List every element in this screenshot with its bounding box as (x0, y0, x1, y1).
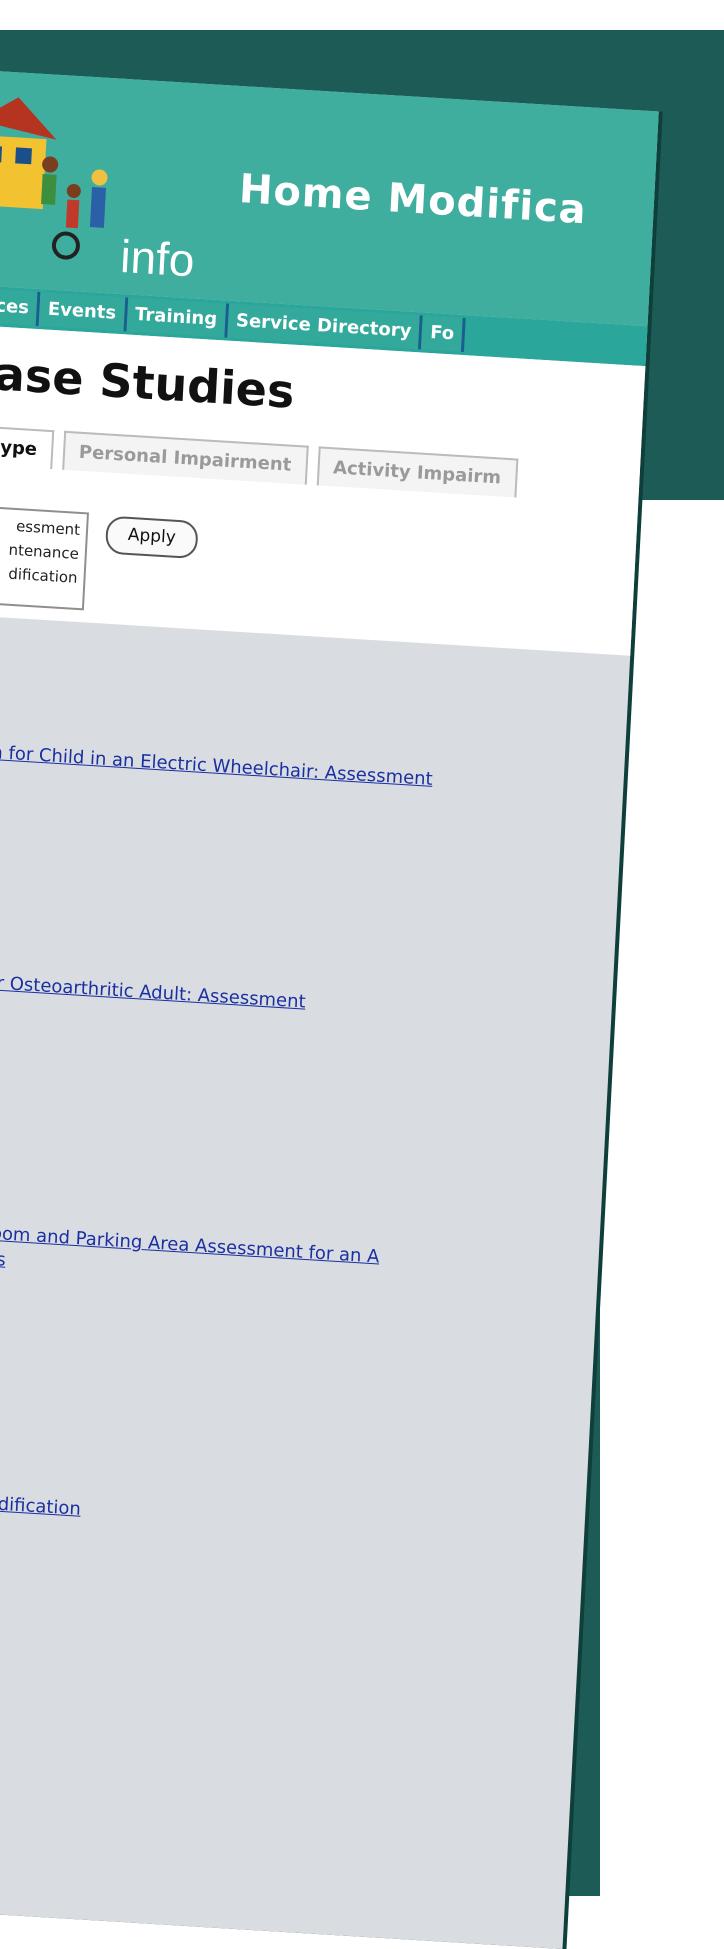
case-study-link[interactable]: Bedroom and Parking Area Assessment for … (0, 1220, 380, 1267)
tab-activity-impairment[interactable]: Activity Impairm (316, 446, 519, 498)
nav-item-events[interactable]: Events (38, 292, 128, 332)
nav-item-fo[interactable]: Fo (421, 315, 467, 353)
case-study-link-continued[interactable]: lerosis (0, 1246, 6, 1271)
site-header: Home Modifica info (0, 70, 659, 327)
site-subtitle: info (119, 229, 196, 287)
nav-item-resources[interactable]: urces (0, 287, 41, 327)
filter-tabs: ype Personal Impairment Activity Impairm (0, 424, 519, 498)
page-title: ase Studies (0, 346, 296, 419)
site-title: Home Modifica (237, 166, 588, 234)
apply-button[interactable]: Apply (104, 515, 199, 560)
case-study-link[interactable]: n for Osteoarthritic Adult: Assessment (0, 971, 306, 1013)
tab-personal-impairment[interactable]: Personal Impairment (62, 430, 309, 485)
house-family-logo[interactable] (0, 90, 119, 268)
case-study-link[interactable]: om for Child in an Electric Wheelchair: … (0, 741, 433, 790)
nav-item-training[interactable]: Training (126, 297, 229, 338)
case-study-link[interactable]: om modification (0, 1490, 81, 1520)
browser-page: Home Modifica info urces Events Training… (0, 70, 659, 1949)
tab-type[interactable]: ype (0, 424, 55, 470)
type-listbox[interactable]: essment ntenance dification (0, 504, 89, 611)
content-header: ase Studies ype Personal Impairment Acti… (0, 324, 646, 656)
